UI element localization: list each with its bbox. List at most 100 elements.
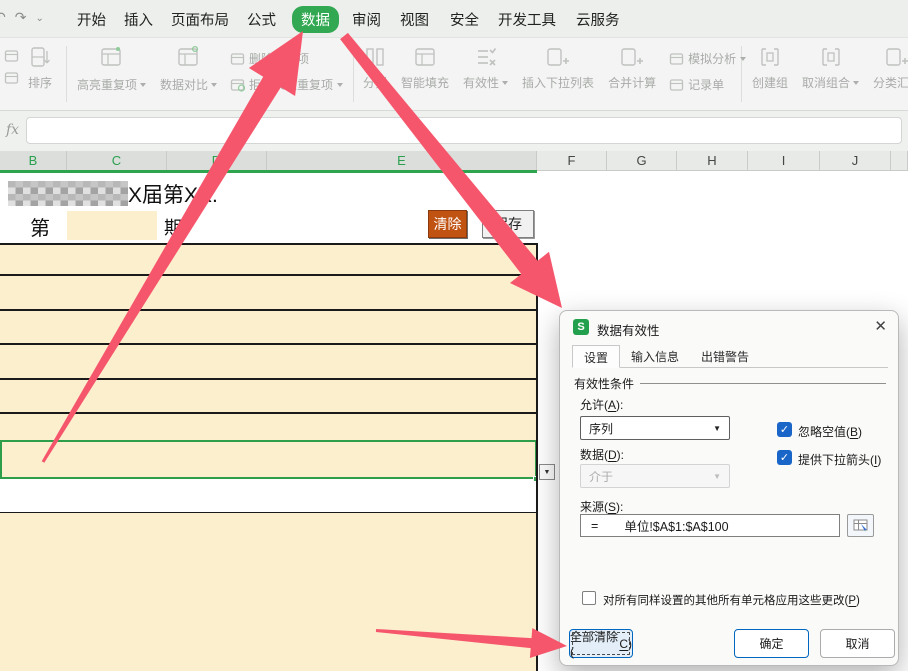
tab-error-alert[interactable]: 出错警告 — [690, 345, 760, 368]
text-to-columns-icon — [363, 45, 387, 69]
text-to-columns-label: 分列 — [363, 74, 387, 91]
consolidate-label: 合并计算 — [608, 74, 656, 91]
clear-all-button[interactable]: 全部清除(C) — [569, 629, 633, 658]
column-header-b[interactable]: B — [0, 151, 67, 170]
apply-all-label: 对所有同样设置的其他所有单元格应用这些更改(P) — [603, 592, 860, 608]
formula-input[interactable] — [26, 117, 902, 144]
sort-descending-icon[interactable] — [4, 71, 19, 85]
record-form-button[interactable]: 记录单 — [669, 76, 746, 93]
undo-icon[interactable]: ↶ — [0, 9, 6, 26]
grid-line — [0, 274, 537, 276]
selected-cell-row[interactable] — [0, 440, 537, 479]
save-button[interactable]: 保存 — [482, 210, 534, 238]
allow-select[interactable]: 序列 ▼ — [580, 416, 730, 440]
grid-line — [0, 309, 537, 311]
column-header-e[interactable]: E — [267, 151, 537, 170]
grid-line — [0, 378, 537, 380]
quick-access-toolbar: ↶ ↷ ⌄ — [0, 9, 44, 26]
period-input-cell[interactable] — [67, 211, 157, 240]
redo-icon[interactable]: ↷ — [15, 9, 27, 26]
grid-right-border — [536, 243, 538, 671]
dropdown-caret-icon — [853, 81, 859, 85]
menu-tab-view[interactable]: 视图 — [400, 9, 429, 30]
validation-button[interactable]: 有效性 — [456, 38, 515, 91]
subtotal-icon — [884, 45, 908, 69]
dropdown-caret-icon — [211, 83, 217, 87]
range-picker-button[interactable] — [847, 514, 874, 537]
data-compare-button[interactable]: 数据对比 — [153, 38, 224, 93]
smart-fill-button[interactable]: 智能填充 — [394, 38, 456, 91]
grid-line — [0, 243, 537, 245]
menu-tab-developer[interactable]: 开发工具 — [498, 9, 556, 30]
ungroup-button[interactable]: 取消组合 — [795, 38, 866, 91]
menu-tab-data-active[interactable]: 数据 — [292, 6, 339, 33]
reject-duplicate-entry-button[interactable]: 拒绝录入重复项 — [230, 76, 343, 93]
create-group-button[interactable]: 创建组 — [745, 38, 795, 91]
tab-settings[interactable]: 设置 — [572, 345, 620, 368]
form-bottom-block[interactable] — [0, 513, 536, 671]
column-header-d[interactable]: D — [167, 151, 267, 170]
caret-down-icon: ▼ — [713, 424, 721, 433]
reject-duplicate-entry-icon — [230, 78, 245, 92]
menu-tab-review[interactable]: 审阅 — [352, 9, 381, 30]
cell-dropdown-button[interactable]: ▼ — [539, 464, 555, 480]
source-input[interactable]: = 单位!$A$1:$A$100 — [580, 514, 840, 537]
clear-button[interactable]: 清除 — [428, 210, 467, 238]
caret-down-icon: ▼ — [544, 469, 551, 476]
delete-duplicates-label: 删除重复项 — [249, 50, 309, 67]
column-header-c[interactable]: C — [67, 151, 167, 170]
delete-duplicates-button[interactable]: 删除重复项 — [230, 50, 343, 67]
column-header-g[interactable]: G — [607, 151, 677, 170]
menu-tab-formulas[interactable]: 公式 — [247, 9, 276, 30]
subtotal-label: 分类汇总 — [873, 74, 908, 91]
create-group-label: 创建组 — [752, 74, 788, 91]
grid-line — [0, 412, 537, 414]
insert-dropdown-list-button[interactable]: 插入下拉列表 — [515, 38, 601, 91]
sheet-title-text: X届第XX. — [128, 179, 218, 209]
highlight-duplicates-button[interactable]: 高亮重复项 — [70, 38, 153, 93]
column-header-j[interactable]: J — [820, 151, 891, 170]
apply-all-checkbox[interactable] — [582, 591, 596, 605]
highlight-duplicates-label: 高亮重复项 — [77, 76, 137, 93]
column-header-f[interactable]: F — [537, 151, 607, 170]
ungroup-icon — [819, 45, 843, 69]
menu-tab-security[interactable]: 安全 — [450, 9, 479, 30]
toolbar-divider — [66, 46, 67, 102]
close-icon[interactable]: ✕ — [874, 317, 887, 335]
menu-tab-cloud[interactable]: 云服务 — [576, 9, 620, 30]
menu-tab-insert[interactable]: 插入 — [124, 9, 153, 30]
section-title: 有效性条件 — [574, 375, 634, 392]
consolidate-button[interactable]: 合并计算 — [601, 38, 663, 91]
ok-button[interactable]: 确定 — [734, 629, 809, 658]
delete-duplicates-icon — [230, 52, 245, 66]
dropdown-arrow-checkbox[interactable]: ✓ — [777, 450, 792, 465]
ignore-blank-checkbox[interactable]: ✓ — [777, 422, 792, 437]
dialog-tab-bar: 设置 输入信息 出错警告 — [572, 345, 888, 368]
subtotal-button[interactable]: 分类汇总 — [866, 38, 908, 91]
reject-duplicate-entry-label: 拒绝录入重复项 — [249, 76, 333, 93]
menu-tab-home[interactable]: 开始 — [77, 9, 106, 30]
what-if-analysis-button[interactable]: 模拟分析 — [669, 50, 746, 67]
sort-az-icon — [28, 45, 52, 69]
customize-toolbar-icon[interactable]: ⌄ — [35, 13, 43, 24]
source-label: 来源(S): — [580, 498, 623, 515]
range-picker-icon — [853, 519, 869, 532]
text-to-columns-button[interactable]: 分列 — [356, 38, 394, 91]
record-form-icon — [669, 78, 684, 92]
sort-label: 排序 — [28, 74, 52, 91]
sort-button[interactable]: 排序 — [21, 38, 59, 91]
toolbar-divider — [353, 46, 354, 102]
fx-icon: fx — [6, 122, 19, 138]
highlight-duplicates-icon — [99, 45, 125, 71]
allow-label: 允许(A): — [580, 396, 623, 413]
sort-ascending-icon[interactable] — [4, 49, 19, 63]
cancel-button[interactable]: 取消 — [820, 629, 895, 658]
validity-condition-section: 有效性条件 — [574, 375, 886, 392]
what-if-analysis-icon — [669, 52, 684, 66]
ungroup-label: 取消组合 — [802, 74, 850, 91]
menu-tab-page-layout[interactable]: 页面布局 — [171, 9, 229, 30]
tab-input-message[interactable]: 输入信息 — [620, 345, 690, 368]
caret-down-icon: ▼ — [713, 472, 721, 481]
column-header-i[interactable]: I — [748, 151, 820, 170]
column-header-h[interactable]: H — [677, 151, 748, 170]
